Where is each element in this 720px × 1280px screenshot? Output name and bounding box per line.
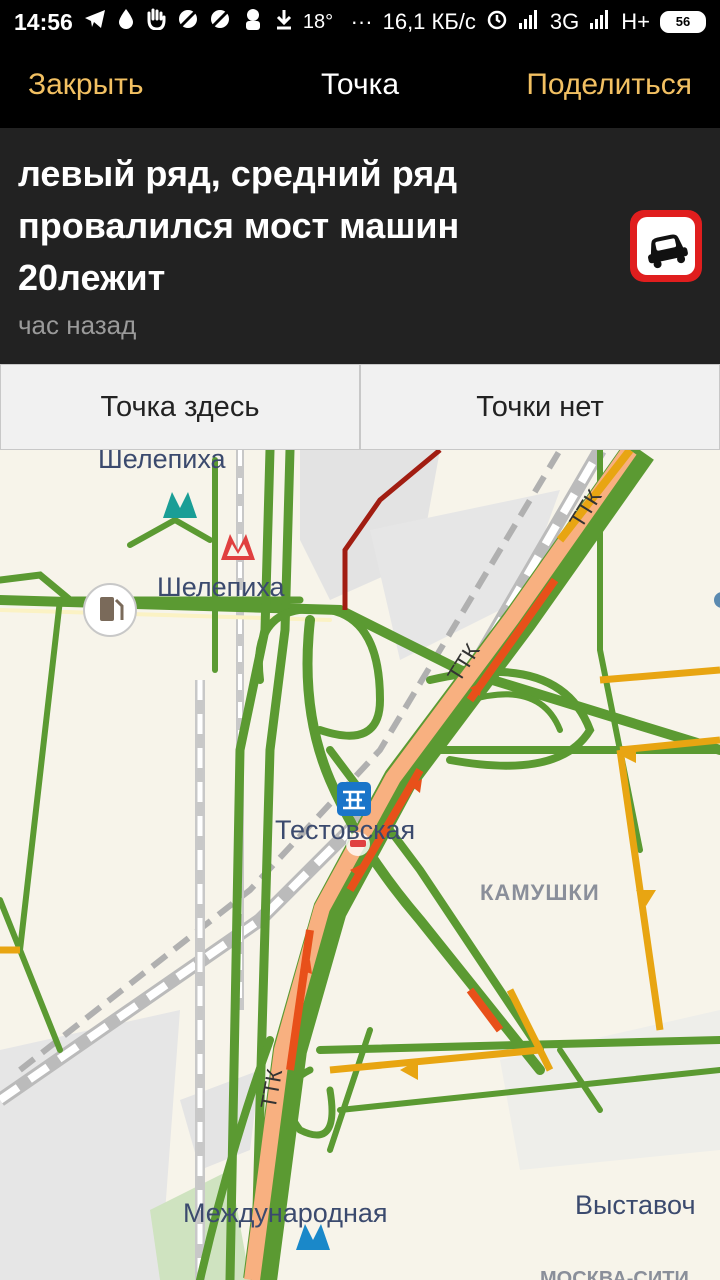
- signal-icon-2: [589, 9, 611, 35]
- status-bar: 14:56 18° ··· 16,1 КБ/с 3G H+ 56: [0, 0, 720, 44]
- more-indicator: ···: [350, 9, 373, 34]
- map-view[interactable]: Шелепиха Шелепиха Тестовская КАМУШКИ Меж…: [0, 450, 720, 1280]
- map-label-moskva-city: МОСКВА-СИТИ: [540, 1268, 689, 1280]
- network-type-1: 3G: [549, 9, 580, 34]
- signal-icon: [518, 9, 540, 35]
- map-canvas: [0, 450, 720, 1280]
- network-speed: 16,1 КБ/с: [382, 9, 476, 34]
- battery-icon: 56: [660, 11, 706, 33]
- action-buttons: Точка здесь Точки нет: [0, 364, 720, 450]
- railway-station-icon: [337, 782, 371, 816]
- clock: 14:56: [14, 8, 73, 35]
- mascot-icon: [241, 7, 265, 37]
- event-time: час назад: [18, 310, 137, 340]
- point-missing-button[interactable]: Точки нет: [360, 364, 720, 450]
- point-here-button[interactable]: Точка здесь: [0, 364, 360, 450]
- event-description: левый ряд, средний ряд провалился мост м…: [18, 153, 460, 298]
- fuel-station-icon: [83, 583, 137, 637]
- download-icon: [275, 8, 293, 36]
- alarm-icon: [486, 8, 508, 36]
- temperature: 18°: [302, 10, 334, 33]
- map-label-shelepikha: Шелепиха: [157, 572, 285, 602]
- map-label-testovskaya: Тестовская: [275, 815, 416, 845]
- app-bar: Закрыть Точка Поделиться: [0, 44, 720, 128]
- hand-icon: [145, 8, 167, 36]
- map-label-shelepikha-top: Шелепиха: [98, 450, 226, 474]
- map-label-vystavochnaya: Выставоч: [575, 1190, 696, 1220]
- telegram-icon: [83, 8, 107, 36]
- event-card: левый ряд, средний ряд провалился мост м…: [0, 128, 720, 364]
- share-button[interactable]: Поделиться: [526, 68, 692, 102]
- map-label-mezhdunarodnaya: Международная: [183, 1198, 388, 1228]
- network-type-2: H+: [621, 9, 650, 34]
- blocked-icon: [177, 8, 199, 36]
- map-label-kamushki: КАМУШКИ: [480, 880, 600, 905]
- accident-icon: [630, 210, 702, 282]
- drop-icon: [117, 8, 135, 36]
- blocked-icon-2: [209, 8, 231, 36]
